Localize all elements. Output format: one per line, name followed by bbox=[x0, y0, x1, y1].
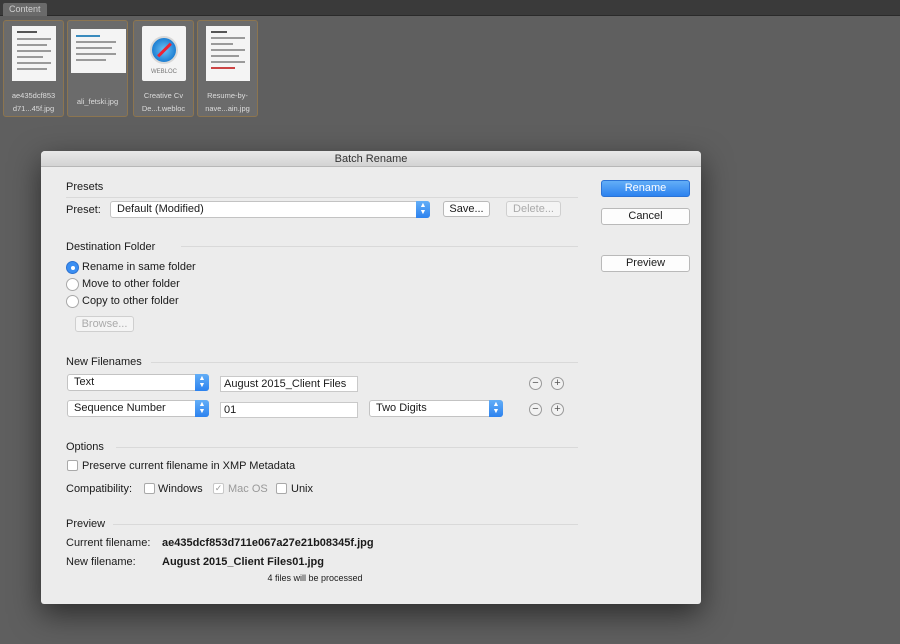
divider bbox=[151, 362, 578, 363]
thumbnail-grid: ae435dcf853 d71...45f.jpg ali_fetski.jpg… bbox=[0, 16, 900, 120]
thumbnail-item[interactable]: ae435dcf853 d71...45f.jpg bbox=[3, 20, 64, 117]
compatibility-label: Compatibility: bbox=[66, 483, 133, 495]
thumbnail-item[interactable]: ali_fetski.jpg bbox=[67, 20, 128, 117]
browse-button[interactable]: Browse... bbox=[75, 316, 134, 332]
macos-label: Mac OS bbox=[228, 483, 268, 495]
select-stepper-icon: ▲ ▼ bbox=[195, 374, 209, 391]
cancel-button[interactable]: Cancel bbox=[601, 208, 690, 225]
digits-select-value: Two Digits bbox=[376, 402, 427, 414]
document-thumbnail-image bbox=[206, 26, 250, 81]
divider bbox=[113, 524, 578, 525]
current-filename-label: Current filename: bbox=[66, 537, 151, 549]
preserve-filename-label: Preserve current filename in XMP Metadat… bbox=[82, 460, 296, 472]
select-stepper-icon: ▲ ▼ bbox=[416, 201, 430, 218]
divider bbox=[66, 197, 578, 198]
remove-row-button[interactable]: − bbox=[529, 403, 542, 416]
preset-select[interactable]: Default (Modified) ▲ ▼ bbox=[110, 201, 430, 218]
rename-same-folder-radio[interactable] bbox=[66, 261, 79, 274]
digits-select[interactable]: Two Digits ▲ ▼ bbox=[369, 400, 503, 417]
thumbnail-name-line1: Resume-by- bbox=[207, 91, 248, 100]
windows-label: Windows bbox=[158, 483, 203, 495]
thumbnail-name-line1: ali_fetski.jpg bbox=[76, 97, 119, 106]
preset-select-value: Default (Modified) bbox=[117, 203, 204, 215]
filename-part-type-select[interactable]: Sequence Number ▲ ▼ bbox=[67, 400, 209, 417]
filename-part-type-select[interactable]: Text ▲ ▼ bbox=[67, 374, 209, 391]
filename-part-type-value: Text bbox=[74, 376, 95, 388]
presets-heading: Presets bbox=[66, 181, 104, 193]
thumbnail-name-line1: ae435dcf853 bbox=[11, 91, 56, 100]
webloc-file-icon: WEBLOC bbox=[142, 26, 186, 81]
content-panel-header: Content bbox=[0, 0, 900, 16]
move-other-folder-label: Move to other folder bbox=[82, 278, 180, 290]
add-row-button[interactable]: + bbox=[551, 403, 564, 416]
save-preset-button[interactable]: Save... bbox=[443, 201, 490, 217]
new-filenames-heading: New Filenames bbox=[66, 356, 142, 368]
remove-row-button[interactable]: − bbox=[529, 377, 542, 390]
macos-checkbox[interactable]: ✓ bbox=[213, 483, 224, 494]
thumbnail-name-line2: De...t.webloc bbox=[141, 104, 186, 113]
unix-checkbox[interactable] bbox=[276, 483, 287, 494]
document-thumbnail-image bbox=[12, 26, 56, 81]
thumbnail-item[interactable]: WEBLOC Creative Cv De...t.webloc bbox=[133, 20, 194, 117]
divider bbox=[181, 246, 578, 247]
thumbnail-name-line2: d71...45f.jpg bbox=[12, 104, 55, 113]
batch-rename-dialog: Batch Rename Rename Cancel Preview Prese… bbox=[41, 151, 701, 604]
current-filename-value: ae435dcf853d711e067a27e21b08345f.jpg bbox=[162, 537, 374, 549]
preserve-filename-checkbox[interactable] bbox=[67, 460, 78, 471]
unix-label: Unix bbox=[291, 483, 314, 495]
preset-label: Preset: bbox=[66, 204, 101, 216]
preview-heading: Preview bbox=[66, 518, 106, 530]
thumbnail-item[interactable]: Resume-by- nave...ain.jpg bbox=[197, 20, 258, 117]
windows-checkbox[interactable] bbox=[144, 483, 155, 494]
thumbnail-name-line2: nave...ain.jpg bbox=[205, 104, 250, 113]
safari-compass-icon bbox=[150, 36, 178, 64]
text-value-input[interactable]: August 2015_Client Files bbox=[220, 376, 358, 392]
filename-part-type-value: Sequence Number bbox=[74, 402, 166, 414]
new-filename-label: New filename: bbox=[66, 556, 136, 568]
webloc-badge: WEBLOC bbox=[150, 69, 177, 75]
rename-same-folder-label: Rename in same folder bbox=[82, 261, 196, 273]
add-row-button[interactable]: + bbox=[551, 377, 564, 390]
move-other-folder-radio[interactable] bbox=[66, 278, 79, 291]
copy-other-folder-label: Copy to other folder bbox=[82, 295, 179, 307]
options-heading: Options bbox=[66, 441, 104, 453]
divider bbox=[116, 447, 578, 448]
preview-button[interactable]: Preview bbox=[601, 255, 690, 272]
rename-button[interactable]: Rename bbox=[601, 180, 690, 197]
new-filename-value: August 2015_Client Files01.jpg bbox=[162, 556, 324, 568]
files-processed-summary: 4 files will be processed bbox=[267, 573, 363, 583]
content-tab[interactable]: Content bbox=[3, 3, 47, 16]
thumbnail-name-line1: Creative Cv bbox=[143, 91, 184, 100]
select-stepper-icon: ▲ ▼ bbox=[195, 400, 209, 417]
dialog-title: Batch Rename bbox=[41, 151, 701, 167]
image-thumbnail bbox=[71, 29, 126, 73]
destination-heading: Destination Folder bbox=[66, 241, 156, 253]
sequence-start-input[interactable]: 01 bbox=[220, 402, 358, 418]
delete-preset-button[interactable]: Delete... bbox=[506, 201, 561, 217]
select-stepper-icon: ▲ ▼ bbox=[489, 400, 503, 417]
copy-other-folder-radio[interactable] bbox=[66, 295, 79, 308]
